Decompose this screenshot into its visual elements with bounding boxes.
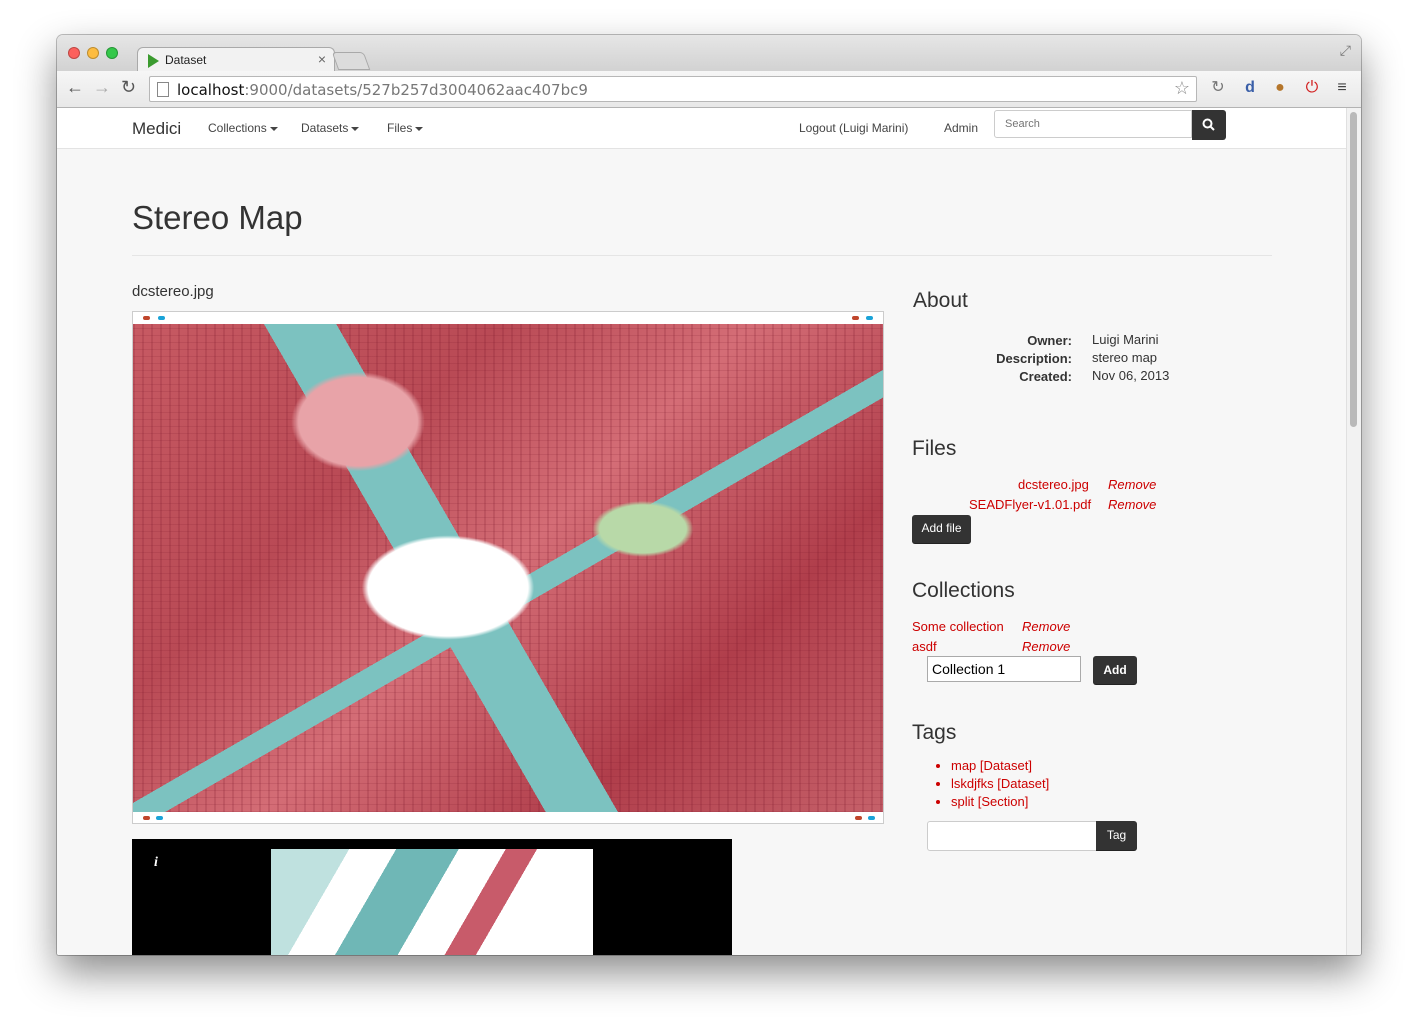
zoom-image	[271, 849, 593, 955]
fullscreen-icon[interactable]: ⤢	[1340, 42, 1351, 59]
right-marker-red	[852, 316, 859, 320]
play-favicon-icon	[148, 54, 159, 68]
address-bar[interactable]: localhost:9000/datasets/527b257d3004062a…	[149, 76, 1197, 102]
tag-item[interactable]: lskdjfks [Dataset]	[951, 775, 1049, 793]
created-label: Created:	[1019, 369, 1072, 384]
bookmark-star-icon[interactable]: ☆	[1174, 78, 1190, 99]
add-collection-button[interactable]: Add	[1093, 656, 1137, 685]
browser-toolbar: ← → ↻ localhost:9000/datasets/527b257d30…	[57, 71, 1361, 108]
tab-title: Dataset	[165, 53, 207, 67]
owner-value: Luigi Marini	[1092, 332, 1159, 347]
owner-label: Owner:	[1027, 333, 1072, 348]
bottom-right-marker-red	[855, 816, 862, 820]
new-tab-button[interactable]	[331, 52, 371, 70]
tag-item[interactable]: split [Section]	[951, 793, 1049, 811]
datasets-menu-label: Datasets	[301, 121, 349, 135]
close-window-button[interactable]	[68, 47, 80, 59]
add-file-button[interactable]: Add file	[912, 515, 971, 544]
left-marker-red	[143, 316, 150, 320]
menu-icon[interactable]: ≡	[1332, 78, 1352, 98]
tab-close-icon[interactable]: ×	[318, 51, 326, 67]
bottom-left-marker-red	[143, 816, 150, 820]
file-name: dcstereo.jpg	[132, 283, 214, 300]
stereo-map-image	[133, 324, 883, 812]
description-label: Description:	[996, 351, 1072, 366]
datasets-menu[interactable]: Datasets	[301, 121, 360, 135]
title-bar: Dataset × ⤢	[57, 35, 1361, 72]
admin-link[interactable]: Admin	[944, 121, 978, 135]
created-value: Nov 06, 2013	[1092, 368, 1170, 383]
right-marker-blue	[866, 316, 873, 320]
browser-window: Dataset × ⤢ ← → ↻ localhost:9000/dataset…	[57, 35, 1361, 955]
site-navbar: Medici Collections Datasets Files Logout…	[57, 108, 1347, 149]
files-menu-label: Files	[387, 121, 413, 135]
reload-icon[interactable]: ↻	[121, 77, 136, 97]
refresh-extension-icon[interactable]: ↻	[1208, 78, 1228, 98]
remove-file-button[interactable]: Remove	[1108, 497, 1156, 512]
tag-button[interactable]: Tag	[1096, 821, 1137, 851]
bottom-left-marker-blue	[156, 816, 163, 820]
chevron-down-icon	[415, 126, 424, 131]
collection-link-asdf[interactable]: asdf	[912, 639, 937, 654]
page-title: Stereo Map	[132, 199, 303, 236]
collections-menu-label: Collections	[208, 121, 267, 135]
remove-collection-button[interactable]: Remove	[1022, 639, 1070, 654]
url-text[interactable]: localhost:9000/datasets/527b257d3004062a…	[177, 81, 588, 99]
collections-menu[interactable]: Collections	[208, 121, 278, 135]
power-extension-icon[interactable]: ⏻	[1302, 78, 1322, 98]
divider	[132, 255, 1272, 256]
forward-arrow-icon[interactable]: →	[93, 77, 111, 97]
remove-collection-button[interactable]: Remove	[1022, 619, 1070, 634]
chevron-down-icon	[269, 126, 278, 131]
logout-link[interactable]: Logout (Luigi Marini)	[799, 121, 908, 135]
url-path: :9000/datasets/527b257d3004062aac407bc9	[244, 81, 588, 99]
about-heading: About	[913, 289, 968, 312]
bottom-right-marker-blue	[868, 816, 875, 820]
collections-heading: Collections	[912, 579, 1015, 602]
collection-link-some-collection[interactable]: Some collection	[912, 619, 1004, 634]
file-link-seadflyer[interactable]: SEADFlyer-v1.01.pdf	[969, 497, 1091, 512]
stereo-map-viewer[interactable]	[132, 311, 884, 824]
url-host: localhost	[177, 81, 245, 99]
description-value: stereo map	[1092, 350, 1158, 365]
d-extension-icon[interactable]: d	[1240, 78, 1260, 98]
page-icon	[157, 82, 169, 97]
chevron-down-icon	[351, 126, 360, 131]
page-viewport: Medici Collections Datasets Files Logout…	[57, 108, 1347, 955]
cookie-extension-icon[interactable]: ●	[1270, 78, 1290, 98]
browser-tab[interactable]: Dataset ×	[137, 47, 335, 72]
tag-link[interactable]: lskdjfks [Dataset]	[951, 776, 1049, 791]
vertical-scrollbar[interactable]	[1346, 108, 1361, 955]
back-arrow-icon[interactable]: ←	[66, 77, 84, 97]
tag-link[interactable]: map [Dataset]	[951, 758, 1032, 773]
zoom-window-button[interactable]	[106, 47, 118, 59]
file-link-dcstereo[interactable]: dcstereo.jpg	[1018, 477, 1089, 492]
minimize-window-button[interactable]	[87, 47, 99, 59]
search-input[interactable]	[994, 110, 1192, 138]
scrollbar-thumb[interactable]	[1350, 112, 1357, 427]
tags-heading: Tags	[912, 721, 957, 744]
search-icon	[1202, 118, 1215, 131]
tag-input[interactable]	[927, 821, 1097, 851]
tag-list: map [Dataset] lskdjfks [Dataset] split […	[917, 757, 1049, 811]
files-menu[interactable]: Files	[387, 121, 424, 135]
collection-input[interactable]	[927, 656, 1081, 682]
files-heading: Files	[912, 437, 957, 460]
tag-link[interactable]: split [Section]	[951, 794, 1028, 809]
brand-link[interactable]: Medici	[132, 119, 181, 139]
info-icon[interactable]: i	[154, 855, 158, 871]
left-marker-blue	[158, 316, 165, 320]
tag-item[interactable]: map [Dataset]	[951, 757, 1049, 775]
zoom-viewer[interactable]: i	[132, 839, 732, 955]
search-button[interactable]	[1192, 110, 1226, 140]
remove-file-button[interactable]: Remove	[1108, 477, 1156, 492]
